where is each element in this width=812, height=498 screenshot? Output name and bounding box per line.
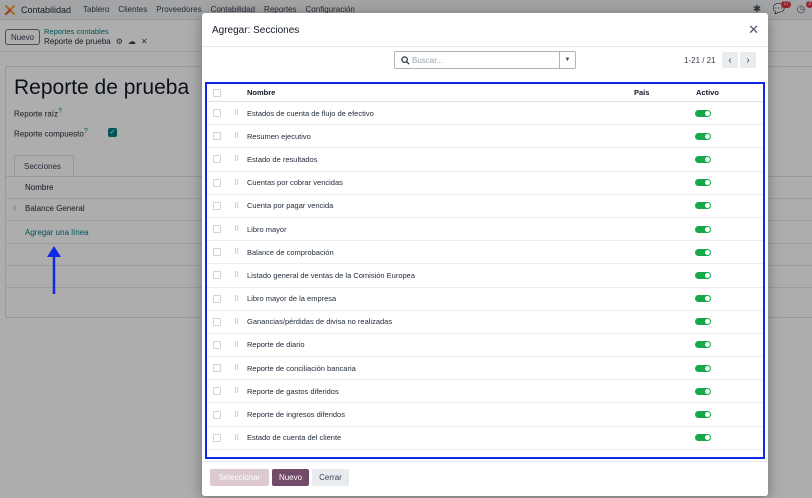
active-toggle[interactable] (695, 295, 711, 303)
row-checkbox[interactable] (213, 433, 221, 442)
drag-handle-icon[interactable]: ⠿ (234, 318, 239, 326)
search-input[interactable] (412, 55, 558, 65)
active-toggle[interactable] (695, 132, 711, 140)
section-name: Cuentas por cobrar vencidas (247, 178, 343, 188)
column-header-name[interactable]: Nombre (247, 88, 275, 97)
list-item[interactable]: ⠿ Reporte de diario (207, 334, 763, 358)
section-name: Balance de comprobación (247, 247, 334, 257)
select-button[interactable]: Seleccionar (210, 469, 269, 486)
pager-next-icon[interactable]: › (740, 52, 756, 68)
section-name: Reporte de gastos diferidos (247, 386, 339, 396)
list-item[interactable]: ⠿ Resumen ejecutivo (207, 125, 763, 149)
drag-handle-icon[interactable]: ⠿ (234, 225, 239, 233)
active-toggle[interactable] (695, 341, 711, 349)
list-item[interactable]: ⠿ Estado de cuenta del cliente (207, 427, 763, 450)
row-checkbox[interactable] (213, 294, 221, 303)
row-checkbox[interactable] (213, 178, 221, 187)
list-body: ⠿ Estados de cuenta de flujo de efectivo ⠿… (207, 102, 763, 450)
section-name: Listado general de ventas de la Comisión… (247, 270, 416, 280)
section-name: Estados de cuenta de flujo de efectivo (247, 108, 374, 118)
chevron-down-icon[interactable]: ▼ (559, 52, 575, 68)
search-icon (398, 55, 412, 65)
dialog-footer: Seleccionar Nuevo Cerrar (202, 461, 768, 496)
list-item[interactable]: ⠿ Listado general de ventas de la Comisió… (207, 264, 763, 288)
row-checkbox[interactable] (213, 364, 221, 373)
active-toggle[interactable] (695, 155, 711, 163)
drag-handle-icon[interactable]: ⠿ (234, 179, 239, 187)
list-item[interactable]: ⠿ Reporte de ingresos diferidos (207, 403, 763, 427)
active-toggle[interactable] (695, 318, 711, 326)
list-item[interactable]: ⠿ Ganancias/pérdidas de divisa no realiza… (207, 311, 763, 334)
annotation-arrow (47, 246, 61, 294)
active-toggle[interactable] (695, 434, 711, 442)
list-item[interactable]: ⠿ Reporte de gastos diferidos (207, 380, 763, 404)
section-name: Libro mayor (247, 224, 287, 234)
drag-handle-icon[interactable]: ⠿ (234, 295, 239, 303)
section-name: Estado de cuenta del cliente (247, 433, 342, 443)
section-name: Reporte de diario (247, 340, 305, 350)
new-button[interactable]: Nuevo (272, 469, 309, 486)
pager-value[interactable]: 1-21 / 21 (684, 56, 716, 65)
active-toggle[interactable] (695, 271, 711, 279)
row-checkbox[interactable] (213, 248, 221, 257)
list-item[interactable]: ⠿ Estado de resultados (207, 148, 763, 172)
drag-handle-icon[interactable]: ⠿ (234, 341, 239, 349)
drag-handle-icon[interactable]: ⠿ (234, 132, 239, 140)
close-icon[interactable]: ✕ (748, 22, 759, 38)
search-box: ▼ (394, 51, 576, 69)
active-toggle[interactable] (695, 225, 711, 233)
column-header-country[interactable]: País (634, 88, 649, 97)
section-name: Estado de resultados (247, 154, 318, 164)
active-toggle[interactable] (695, 179, 711, 187)
row-checkbox[interactable] (213, 201, 221, 210)
drag-handle-icon[interactable]: ⠿ (234, 109, 239, 117)
row-checkbox[interactable] (213, 340, 221, 349)
list-item[interactable]: ⠿ Cuentas por cobrar vencidas (207, 172, 763, 195)
active-toggle[interactable] (695, 109, 711, 117)
active-toggle[interactable] (695, 202, 711, 210)
dialog-title: Agregar: Secciones (212, 25, 300, 36)
section-name: Ganancias/pérdidas de divisa no realizad… (247, 317, 393, 327)
list-header: Nombre País Activo (207, 84, 763, 102)
active-toggle[interactable] (695, 248, 711, 256)
section-name: Libro mayor de la empresa (247, 294, 337, 304)
drag-handle-icon[interactable]: ⠿ (234, 387, 239, 395)
section-name: Reporte de conciliación bancaria (247, 363, 356, 373)
drag-handle-icon[interactable]: ⠿ (234, 411, 239, 419)
sections-list: Nombre País Activo ⠿ Estados de cuenta de… (205, 82, 765, 459)
drag-handle-icon[interactable]: ⠿ (234, 271, 239, 279)
section-name: Reporte de ingresos diferidos (247, 410, 345, 420)
row-checkbox[interactable] (213, 317, 221, 326)
column-header-active[interactable]: Activo (696, 88, 719, 97)
active-toggle[interactable] (695, 387, 711, 395)
list-item[interactable]: ⠿ Estados de cuenta de flujo de efectivo (207, 102, 763, 126)
list-item[interactable]: ⠿ Libro mayor (207, 218, 763, 242)
drag-handle-icon[interactable]: ⠿ (234, 364, 239, 372)
row-checkbox[interactable] (213, 132, 221, 141)
active-toggle[interactable] (695, 364, 711, 372)
close-button[interactable]: Cerrar (312, 469, 349, 486)
list-item[interactable]: ⠿ Cuenta por pagar vencida (207, 195, 763, 218)
active-toggle[interactable] (695, 411, 711, 419)
row-checkbox[interactable] (213, 109, 221, 118)
drag-handle-icon[interactable]: ⠿ (234, 248, 239, 256)
select-all-checkbox[interactable] (213, 88, 221, 97)
add-sections-dialog: Agregar: Secciones ✕ ▼ 1-21 / 21 ‹ › Nom… (202, 13, 768, 496)
section-name: Resumen ejecutivo (247, 131, 311, 141)
list-item[interactable]: ⠿ Balance de comprobación (207, 241, 763, 265)
row-checkbox[interactable] (213, 387, 221, 396)
pager-previous-icon[interactable]: ‹ (722, 52, 738, 68)
dialog-header: Agregar: Secciones ✕ (202, 13, 768, 47)
row-checkbox[interactable] (213, 155, 221, 164)
drag-handle-icon[interactable]: ⠿ (234, 155, 239, 163)
row-checkbox[interactable] (213, 271, 221, 280)
row-checkbox[interactable] (213, 410, 221, 419)
section-name: Cuenta por pagar vencida (247, 201, 334, 211)
row-checkbox[interactable] (213, 225, 221, 234)
list-item[interactable]: ⠿ Libro mayor de la empresa (207, 288, 763, 311)
list-item[interactable]: ⠿ Reporte de conciliación bancaria (207, 357, 763, 381)
drag-handle-icon[interactable]: ⠿ (234, 202, 239, 210)
drag-handle-icon[interactable]: ⠿ (234, 434, 239, 442)
